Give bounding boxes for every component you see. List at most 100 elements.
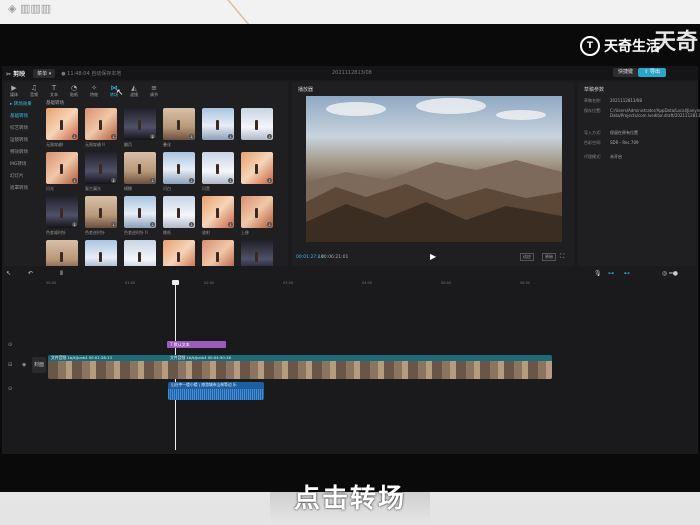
transition-item[interactable]: ↓ 上移 [241, 196, 273, 238]
transition-item[interactable]: ↓ [241, 240, 273, 266]
audio-clip-label: 山谷中一楼小楼 | 旅游城市山林等边 乐 [171, 382, 237, 387]
tool-text[interactable]: T 文本 [44, 82, 64, 99]
microphone-icon[interactable]: 🎙 [594, 270, 602, 277]
transition-item[interactable]: ↓ 叠化 [163, 108, 195, 150]
sidebar-item[interactable]: MG转场 [4, 159, 40, 171]
transition-item[interactable]: ↓ 复古漏光 [85, 152, 117, 194]
prop-row: 色彩空间: SDR - Rec.709 [584, 140, 694, 146]
fit-ratio-button[interactable]: 适应 [520, 253, 534, 261]
transition-item[interactable]: ↓ [85, 240, 117, 266]
prop-row: 代理模式: 未开启 [584, 154, 694, 160]
transition-thumbnail: ↓ [85, 196, 117, 228]
transition-item[interactable]: ↓ 闪白 [163, 152, 195, 194]
tool-effects[interactable]: ✧ 特效 [84, 82, 104, 99]
select-tool-icon[interactable]: ↖ [6, 270, 11, 277]
figure-silhouette [138, 120, 141, 130]
download-icon[interactable]: ↓ [267, 134, 272, 139]
download-icon[interactable]: ↓ [189, 178, 194, 183]
play-icon[interactable]: ▶ [430, 252, 436, 261]
cover-button[interactable]: 封面 [32, 357, 46, 373]
download-icon[interactable]: ↓ [267, 178, 272, 183]
sidebar-item[interactable]: ▸ 转场效果 [4, 99, 40, 111]
download-icon[interactable]: ↓ [267, 222, 272, 227]
sidebar-item[interactable]: 特效转场 [4, 147, 40, 159]
audio-clip[interactable]: 山谷中一楼小楼 | 旅游城市山林等边 乐 [168, 382, 264, 400]
download-icon[interactable]: ↓ [111, 134, 116, 139]
transition-label: 翻页 [124, 142, 132, 147]
sidebar-item[interactable]: 基础转场 [4, 111, 40, 123]
sidebar-item[interactable]: 综艺转场 [4, 123, 40, 135]
tool-sticker[interactable]: ◔ 贴纸 [64, 82, 84, 99]
figure-silhouette [216, 164, 219, 174]
transition-thumbnail: ↓ [46, 108, 78, 140]
transition-item[interactable]: ↓ 翻页 [124, 108, 156, 150]
filter-icon: ◭ [131, 83, 137, 92]
tool-media[interactable]: ▶ 媒体 [4, 82, 24, 99]
download-icon[interactable]: ↓ [228, 134, 233, 139]
download-icon[interactable]: ↓ [111, 178, 116, 183]
shortcut-button[interactable]: 快捷键 [612, 68, 638, 77]
tool-adjust[interactable]: ≡ 调节 [144, 82, 164, 99]
download-icon[interactable]: ↓ [189, 134, 194, 139]
menu-button[interactable]: 菜单 ▾ [33, 68, 56, 78]
download-icon[interactable]: ↓ [111, 222, 116, 227]
tool-audio[interactable]: ♫ 音频 [24, 82, 44, 99]
audio-track-icon: ⊙ [8, 386, 13, 392]
figure-silhouette [60, 208, 63, 218]
tool-label: 调节 [150, 91, 158, 97]
transition-item[interactable]: ↓ 色差顺时针 [46, 196, 78, 238]
original-ratio-button[interactable]: 原始 [542, 253, 556, 261]
prop-key: 保存位置: [584, 108, 602, 113]
link-icon[interactable]: ⊷ [624, 270, 630, 277]
download-icon[interactable]: ↓ [189, 222, 194, 227]
download-icon[interactable]: ↓ [228, 178, 233, 183]
transition-item[interactable]: ↓ 闪黑 [202, 152, 234, 194]
figure-silhouette [99, 252, 102, 262]
transition-item[interactable]: ↓ [202, 240, 234, 266]
draft-properties-panel: 草稿参数 草稿名称: 2021112813/08 保存位置: C:/Users/Adm… [578, 82, 700, 266]
sidebar-item[interactable]: 运镜转场 [4, 135, 40, 147]
download-icon[interactable]: ↓ [150, 222, 155, 227]
download-icon[interactable]: ↓ [72, 134, 77, 139]
tool-filter[interactable]: ◭ 滤镜 [124, 82, 144, 99]
download-icon[interactable]: ↓ [72, 222, 77, 227]
transition-item[interactable]: ↓ [163, 240, 195, 266]
video-clip[interactable]: 文件音频 1b/k/Junk4 00:01:26:13 文件音频 1b/k/Ju… [48, 355, 552, 379]
text-clip[interactable]: T 默认文本 [167, 341, 226, 348]
transition-item[interactable]: ↓ 放射 [202, 196, 234, 238]
transition-thumbnail: ↓ [163, 152, 195, 184]
sidebar-item[interactable]: 幻灯片 [4, 171, 40, 183]
download-icon[interactable]: ↓ [150, 134, 155, 139]
split-icon[interactable]: Ⅱ [60, 270, 63, 277]
transition-label: 无限穿越 II [85, 142, 105, 147]
transition-item[interactable]: ↓ [202, 108, 234, 150]
transition-item[interactable]: ↓ 无限穿越I [46, 108, 78, 150]
transition-item[interactable]: ↓ 撕纸 [163, 196, 195, 238]
export-button[interactable]: ⇪ 导出 [638, 68, 666, 77]
transition-item[interactable]: ↓ [46, 240, 78, 266]
media-icon: ▶ [11, 83, 17, 92]
transition-item[interactable]: ↓ 闪光 [46, 152, 78, 194]
tool-label: 文本 [50, 91, 58, 97]
track-visibility-icon[interactable]: ◉ [22, 362, 26, 368]
download-icon[interactable]: ↓ [72, 178, 77, 183]
transition-item[interactable]: ↓ [124, 240, 156, 266]
transition-item[interactable]: ↓ [241, 108, 273, 150]
undo-icon[interactable]: ↶ [28, 270, 33, 277]
download-icon[interactable]: ↓ [150, 178, 155, 183]
link-icon[interactable]: ⊶ [608, 270, 614, 277]
sidebar-item[interactable]: 遮罩转场 [4, 183, 40, 195]
figure-silhouette [255, 164, 258, 174]
transition-label: 色差逆时针 [85, 230, 105, 235]
download-icon[interactable]: ↓ [228, 222, 233, 227]
figure-silhouette [216, 208, 219, 218]
transition-item[interactable]: ↓ 无限穿越 II [85, 108, 117, 150]
transition-item[interactable]: ↓ 色差逆时针 II [124, 196, 156, 238]
transition-thumbnail: ↓ [202, 196, 234, 228]
fullscreen-icon[interactable]: ⛶ [560, 253, 564, 261]
transition-item[interactable]: ↓ 模糊 [124, 152, 156, 194]
transition-item[interactable]: ↓ 色差逆时针 [85, 196, 117, 238]
figure-silhouette [138, 208, 141, 218]
zoom-slider[interactable]: ◎ ━● [662, 270, 678, 277]
transition-item[interactable]: ↓ [241, 152, 273, 194]
